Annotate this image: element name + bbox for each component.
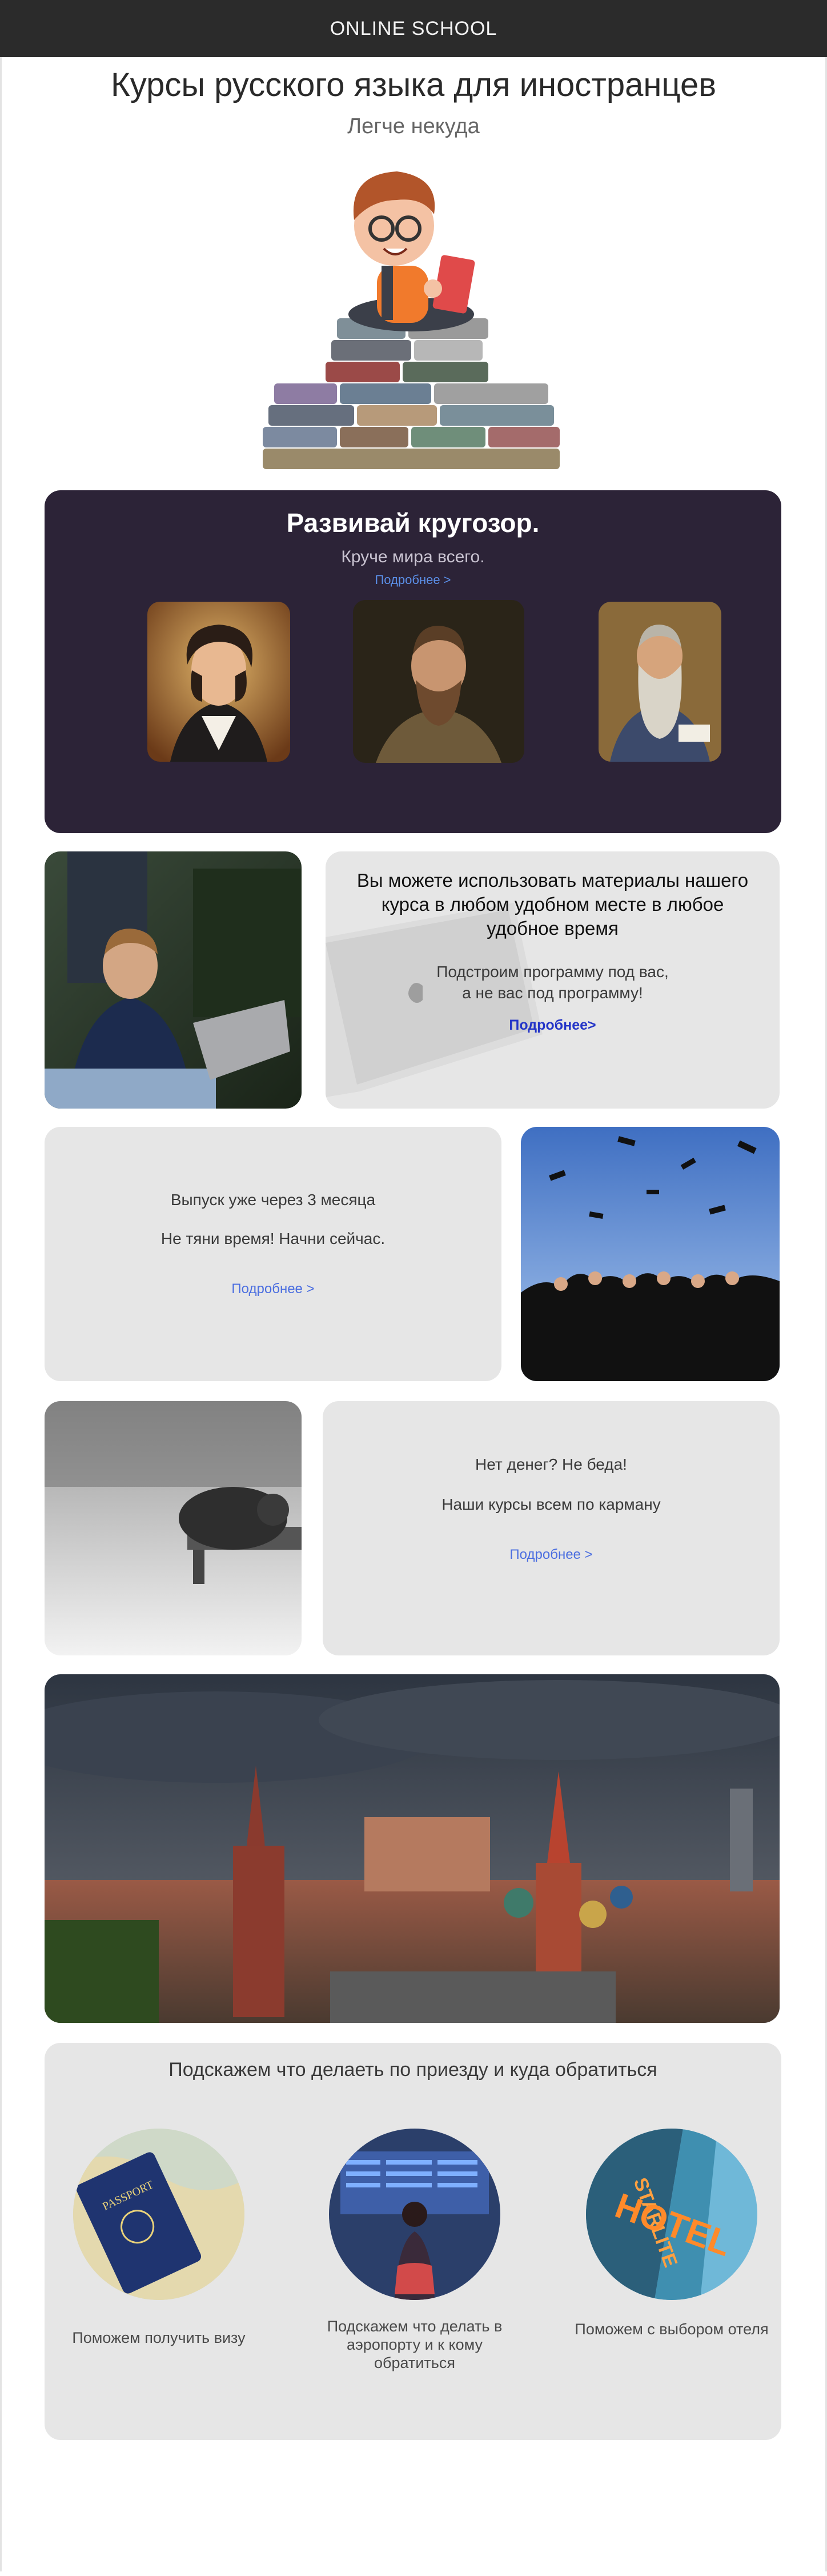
promo-more-link[interactable]: Подробнее > bbox=[45, 573, 781, 587]
materials-more-link[interactable]: Подробнее> bbox=[326, 1017, 780, 1034]
help-caption-hotel: Поможем с выбором отеля bbox=[575, 2321, 769, 2338]
promo-card: Развивай кругозор. Круче мира всего. Под… bbox=[45, 490, 781, 833]
hotel-image: STARLITE HOTEL bbox=[586, 2129, 757, 2300]
student-laptop-photo bbox=[45, 851, 302, 1109]
graduation-more-link[interactable]: Подробнее > bbox=[45, 1281, 501, 1297]
brand-title[interactable]: ONLINE SCHOOL bbox=[330, 18, 497, 40]
book-stack bbox=[263, 318, 560, 469]
materials-line1: Подстроим программу под вас, bbox=[436, 963, 669, 981]
page-tagline: Легче некуда bbox=[347, 114, 480, 138]
materials-card: Вы можете использовать материалы нашего … bbox=[326, 851, 780, 1109]
top-bar: ONLINE SCHOOL bbox=[0, 0, 827, 57]
graduation-photo bbox=[521, 1127, 780, 1381]
graduation-line1: Выпуск уже через 3 месяца bbox=[170, 1191, 376, 1209]
materials-title: Вы можете использовать материалы нашего … bbox=[356, 870, 749, 939]
money-line2: Наши курсы всем по карману bbox=[441, 1495, 661, 1513]
help-caption-visa: Поможем получить визу bbox=[72, 2329, 246, 2346]
promo-subtitle: Круче мира всего. bbox=[341, 547, 485, 566]
graduation-card: Выпуск уже через 3 месяца Не тяни время!… bbox=[45, 1127, 501, 1381]
money-more-link[interactable]: Подробнее > bbox=[323, 1547, 780, 1563]
page-title: Курсы русского языка для иностранцев bbox=[110, 66, 717, 103]
homeless-photo bbox=[45, 1401, 302, 1655]
help-caption-airport: Подскажем что делать в аэропорту и к ком… bbox=[327, 2318, 503, 2371]
portrait-tolstoy bbox=[599, 602, 721, 762]
portrait-dostoevsky bbox=[353, 600, 524, 763]
boy-character bbox=[348, 171, 475, 331]
materials-line2: а не вас под программу! bbox=[462, 984, 643, 1002]
visa-passport-image: PASSPORT bbox=[73, 2129, 244, 2300]
help-card: Подскажем что делаеть по приезду и куда … bbox=[45, 2043, 781, 2440]
help-title: Подскажем что делаеть по приезду и куда … bbox=[168, 2059, 657, 2081]
graduation-line2: Не тяни время! Начни сейчас. bbox=[160, 1230, 386, 1247]
money-card: Нет денег? Не беда! Наши курсы всем по к… bbox=[323, 1401, 780, 1655]
hero-illustration bbox=[263, 171, 560, 469]
airport-image bbox=[329, 2129, 500, 2300]
promo-title: Развивай кругозор. bbox=[286, 508, 540, 538]
kremlin-panorama bbox=[45, 1674, 780, 2023]
money-line1: Нет денег? Не беда! bbox=[475, 1455, 627, 1473]
portrait-pushkin bbox=[147, 602, 290, 762]
